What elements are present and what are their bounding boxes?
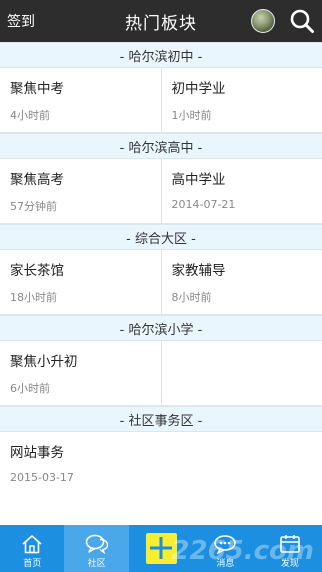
board-row: 家长茶馆 18小时前 家教辅导 8小时前 <box>0 250 322 315</box>
board-item[interactable]: 网站事务 2015-03-17 <box>0 432 161 497</box>
board-list: - 哈尔滨初中 - 聚焦中考 4小时前 初中学业 1小时前 - 哈尔滨高中 - … <box>0 42 322 525</box>
section-header: - 社区事务区 - <box>0 406 322 432</box>
discover-icon <box>280 535 300 553</box>
message-icon <box>214 535 237 554</box>
board-updated-time: 1小时前 <box>171 109 212 122</box>
top-bar: 签到 热门板块 <box>0 0 322 42</box>
tab-community[interactable]: 社区 <box>64 525 129 572</box>
board-row: 网站事务 2015-03-17 <box>0 432 322 497</box>
tab-label: 发现 <box>280 559 299 569</box>
bottom-tab-bar: 首页 社区 消息 发现 2265.com <box>0 525 322 572</box>
board-item[interactable]: 高中学业 2014-07-21 <box>160 159 322 223</box>
board-item[interactable]: 聚焦高考 57分钟前 <box>0 159 161 223</box>
board-name: 家长茶馆 <box>10 263 64 279</box>
board-updated-time: 57分钟前 <box>10 200 57 213</box>
board-row: 聚焦高考 57分钟前 高中学业 2014-07-21 <box>0 159 322 224</box>
community-icon <box>85 534 108 554</box>
section-header: - 哈尔滨初中 - <box>0 42 322 68</box>
board-item[interactable]: 家长茶馆 18小时前 <box>0 250 161 314</box>
add-button[interactable] <box>145 533 177 564</box>
board-updated-time: 8小时前 <box>171 291 212 304</box>
board-name: 家教辅导 <box>171 263 226 279</box>
signin-button[interactable]: 签到 <box>7 11 35 31</box>
search-icon[interactable] <box>289 8 315 34</box>
board-updated-time: 18小时前 <box>10 291 57 304</box>
board-item[interactable]: 家教辅导 8小时前 <box>160 250 322 314</box>
tab-home[interactable]: 首页 <box>0 525 64 572</box>
board-updated-time: 6小时前 <box>10 382 50 395</box>
avatar-icon[interactable] <box>251 9 275 33</box>
empty-cell <box>161 432 322 497</box>
tab-messages[interactable]: 消息 <box>193 525 257 572</box>
plus-icon <box>150 536 173 559</box>
board-item[interactable]: 聚焦中考 4小时前 <box>0 68 161 132</box>
board-updated-time: 4小时前 <box>10 109 50 122</box>
board-name: 高中学业 <box>171 172 226 188</box>
section-header: - 哈尔滨高中 - <box>0 133 322 159</box>
board-name: 聚焦小升初 <box>10 354 78 370</box>
section-header: - 哈尔滨小学 - <box>0 315 322 341</box>
home-icon <box>22 535 42 554</box>
board-name: 初中学业 <box>171 81 226 97</box>
tab-add[interactable] <box>129 525 193 572</box>
board-item[interactable]: 初中学业 1小时前 <box>160 68 322 132</box>
tab-label: 消息 <box>216 559 235 569</box>
board-name: 网站事务 <box>10 445 64 461</box>
tab-discover[interactable]: 发现 <box>258 525 322 572</box>
board-row: 聚焦中考 4小时前 初中学业 1小时前 <box>0 68 322 133</box>
board-row: 聚焦小升初 6小时前 <box>0 341 322 406</box>
section-header: - 综合大区 - <box>0 224 322 250</box>
empty-cell <box>160 341 322 405</box>
board-name: 聚焦高考 <box>10 172 64 188</box>
tab-label: 首页 <box>23 559 42 569</box>
board-updated-time: 2014-07-21 <box>171 198 236 211</box>
board-item[interactable]: 聚焦小升初 6小时前 <box>0 341 161 405</box>
board-updated-time: 2015-03-17 <box>10 471 74 484</box>
tab-label: 社区 <box>87 559 106 569</box>
board-name: 聚焦中考 <box>10 81 64 97</box>
